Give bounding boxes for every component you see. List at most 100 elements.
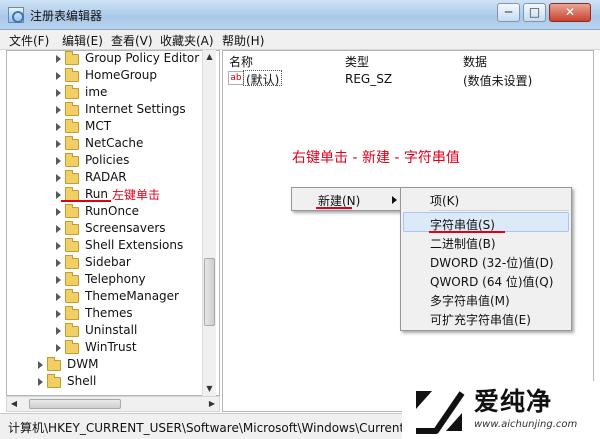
value-type: REG_SZ — [345, 72, 393, 86]
folder-icon — [65, 323, 79, 337]
run-underline — [61, 200, 111, 202]
expand-arrow-icon[interactable] — [56, 72, 61, 80]
tree-item-label: Telephony — [85, 272, 146, 286]
tree-item-label: Internet Settings — [85, 102, 186, 116]
folder-icon — [65, 204, 79, 218]
menu-edit[interactable]: 编辑(E) — [62, 32, 103, 49]
column-header-data[interactable]: 数据 — [463, 53, 487, 70]
folder-icon — [65, 170, 79, 184]
watermark-url: www.aichunjing.com — [474, 419, 578, 430]
menu-view[interactable]: 查看(V) — [111, 32, 153, 49]
tree-item-label: MCT — [85, 119, 112, 133]
aichunjing-logo-icon — [416, 391, 465, 434]
expand-arrow-icon[interactable] — [56, 106, 61, 114]
tree-item-label: HomeGroup — [85, 68, 157, 82]
left-click-annotation: 左键单击 — [112, 188, 161, 202]
tree-item-label: Run — [85, 187, 109, 201]
expand-arrow-icon[interactable] — [38, 361, 43, 369]
submenu-item-dword-value[interactable]: DWORD (32-位)值(D) — [430, 254, 554, 271]
menu-bar: 文件(F) 编辑(E) 查看(V) 收藏夹(A) 帮助(H) — [0, 30, 600, 50]
expand-arrow-icon[interactable] — [56, 123, 61, 131]
tree-item-label: NetCache — [85, 136, 144, 150]
tree-horizontal-scrollbar[interactable]: ◀ ▶ — [6, 396, 220, 412]
tree-vertical-scrollbar[interactable]: ▲ ▼ — [202, 50, 216, 396]
expand-arrow-icon[interactable] — [56, 344, 61, 352]
maximize-button[interactable]: □ — [523, 3, 546, 22]
registry-tree: Group Policy Editor HomeGroup ime Intern… — [6, 50, 220, 396]
submenu-item-multi-string-value[interactable]: 多字符串值(M) — [430, 292, 510, 309]
submenu-item-expandable-string-value[interactable]: 可扩充字符串值(E) — [430, 311, 531, 328]
expand-arrow-icon[interactable] — [56, 157, 61, 165]
folder-icon — [65, 51, 79, 65]
window-title: 注册表编辑器 — [30, 9, 103, 23]
registry-path: 计算机\HKEY_CURRENT_USER\Software\Microsoft… — [8, 421, 413, 435]
close-button[interactable]: ✕ — [549, 3, 591, 22]
tree-item-label: Shell — [67, 374, 97, 388]
expand-arrow-icon[interactable] — [56, 208, 61, 216]
scroll-up-icon[interactable]: ▲ — [203, 50, 216, 64]
watermark-name: 爱纯净 — [474, 387, 553, 416]
new-underline — [316, 207, 352, 209]
folder-icon — [65, 306, 79, 320]
expand-arrow-icon[interactable] — [56, 225, 61, 233]
tree-item-label: RunOnce — [85, 204, 140, 218]
registry-editor-window: 注册表编辑器 ─ □ ✕ 文件(F) 编辑(E) 查看(V) 收藏夹(A) 帮助… — [0, 0, 600, 439]
column-header-type[interactable]: 类型 — [345, 53, 369, 70]
folder-icon — [65, 68, 79, 82]
expand-arrow-icon[interactable] — [56, 55, 61, 63]
column-header-name[interactable]: 名称 — [229, 53, 253, 70]
expand-arrow-icon[interactable] — [56, 174, 61, 182]
folder-icon — [65, 238, 79, 252]
scroll-down-icon[interactable]: ▼ — [203, 382, 216, 396]
registry-editor-icon — [8, 7, 24, 23]
expand-arrow-icon[interactable] — [56, 89, 61, 97]
expand-arrow-icon[interactable] — [56, 259, 61, 267]
folder-icon — [47, 357, 61, 371]
folder-icon — [65, 153, 79, 167]
folder-icon — [65, 221, 79, 235]
context-menu: 新建(N) — [291, 187, 405, 211]
submenu-item-binary-value[interactable]: 二进制值(B) — [430, 235, 496, 252]
menu-favorites[interactable]: 收藏夹(A) — [160, 32, 214, 49]
menu-file[interactable]: 文件(F) — [9, 32, 49, 49]
submenu-arrow-icon — [392, 196, 397, 204]
submenu-item-key[interactable]: 项(K) — [430, 192, 459, 209]
folder-icon — [65, 289, 79, 303]
expand-arrow-icon[interactable] — [56, 191, 61, 199]
expand-arrow-icon[interactable] — [56, 242, 61, 250]
submenu-item-qword-value[interactable]: QWORD (64 位)值(Q) — [430, 273, 553, 290]
tree-item-label: Themes — [85, 306, 133, 320]
expand-arrow-icon[interactable] — [56, 140, 61, 148]
folder-icon — [65, 340, 79, 354]
expand-arrow-icon[interactable] — [56, 310, 61, 318]
expand-arrow-icon[interactable] — [56, 276, 61, 284]
tree-item-label: DWM — [67, 357, 99, 371]
folder-icon — [47, 374, 61, 388]
expand-arrow-icon[interactable] — [56, 327, 61, 335]
scroll-left-icon[interactable]: ◀ — [7, 397, 21, 411]
folder-icon — [65, 85, 79, 99]
string-value-underline — [429, 231, 505, 233]
folder-icon — [65, 255, 79, 269]
tree-item-label: Group Policy Editor — [85, 51, 200, 65]
folder-icon — [65, 136, 79, 150]
value-data: (数值未设置) — [463, 74, 533, 88]
scroll-right-icon[interactable]: ▶ — [205, 397, 219, 411]
menu-help[interactable]: 帮助(H) — [222, 32, 264, 49]
folder-icon — [65, 102, 79, 116]
title-bar[interactable]: 注册表编辑器 ─ □ ✕ — [0, 0, 600, 30]
value-name[interactable]: (默认) — [243, 70, 283, 87]
scroll-thumb[interactable] — [204, 258, 215, 326]
expand-arrow-icon[interactable] — [56, 293, 61, 301]
submenu-separator — [429, 210, 569, 211]
tree-item-label: Policies — [85, 153, 130, 167]
tree-item-label: Uninstall — [85, 323, 138, 337]
expand-arrow-icon[interactable] — [38, 378, 43, 386]
tree-item-label: Screensavers — [85, 221, 166, 235]
scroll-thumb[interactable] — [29, 399, 121, 409]
right-click-annotation: 右键单击 - 新建 - 字符串值 — [292, 150, 460, 166]
tree-item-label: Shell Extensions — [85, 238, 184, 252]
minimize-button[interactable]: ─ — [497, 3, 520, 22]
string-value-icon: ab — [228, 71, 244, 85]
tree-item-label: WinTrust — [85, 340, 137, 354]
